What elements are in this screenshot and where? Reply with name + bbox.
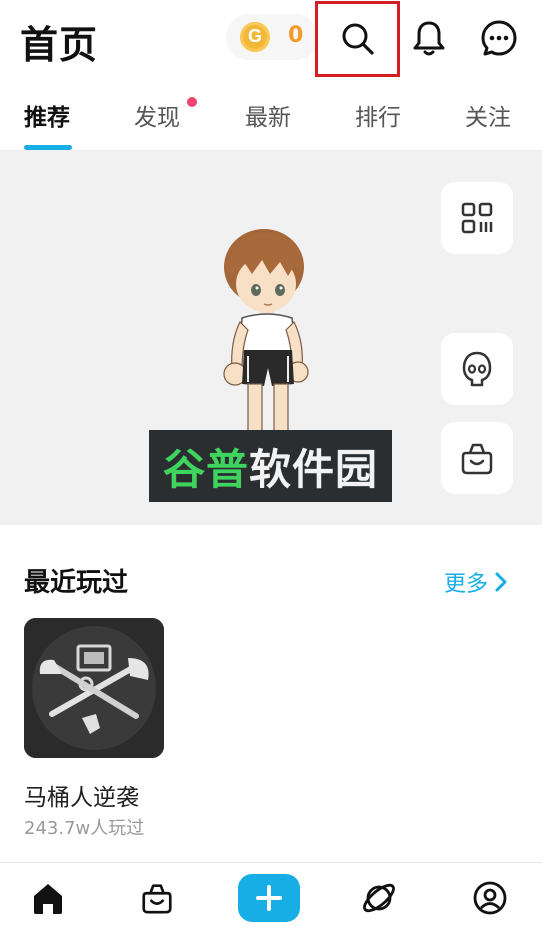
bottom-nav-divider: [0, 862, 542, 863]
user-icon: [473, 881, 507, 915]
game-title[interactable]: 马桶人逆袭: [24, 778, 139, 812]
nav-home[interactable]: [18, 870, 78, 926]
more-label: 更多: [444, 572, 489, 597]
shopping-bag-icon: [461, 443, 493, 475]
plus-icon: [256, 885, 282, 911]
more-link[interactable]: 更多: [444, 566, 508, 598]
search-button[interactable]: [315, 1, 400, 77]
game-thumbnail[interactable]: [24, 618, 164, 758]
watermark-banner: 谷普 软件园: [149, 430, 392, 502]
nav-add-button[interactable]: [238, 874, 300, 922]
qr-scan-button[interactable]: [441, 182, 513, 254]
search-icon: [342, 23, 374, 55]
tab-following[interactable]: 关注: [465, 98, 511, 132]
nav-profile[interactable]: [460, 870, 520, 926]
tab-discover[interactable]: 发现: [134, 98, 180, 132]
avatar-side-button[interactable]: [441, 333, 513, 405]
nav-explore[interactable]: [349, 870, 409, 926]
coin-count: 0: [288, 23, 304, 48]
nav-shop[interactable]: [127, 870, 187, 926]
watermark-green-text: 谷普: [162, 444, 249, 494]
character-illustration: [223, 229, 309, 447]
tab-recommend[interactable]: 推荐: [24, 98, 70, 132]
notifications-button[interactable]: [408, 16, 450, 60]
tab-ranking[interactable]: 排行: [355, 98, 401, 132]
new-badge-dot: [187, 97, 197, 107]
chat-bubble-icon: [481, 20, 517, 56]
shop-side-button[interactable]: [441, 422, 513, 494]
home-icon: [34, 884, 62, 914]
messages-button[interactable]: [478, 17, 520, 59]
bell-icon: [413, 21, 445, 56]
planet-icon: [363, 883, 395, 913]
ghost-avatar-icon: [462, 351, 492, 387]
chevron-right-icon: [495, 572, 507, 592]
coin-balance[interactable]: G 0: [226, 14, 318, 60]
watermark-white-text: 软件园: [249, 444, 379, 494]
shopping-bag-icon: [142, 884, 172, 914]
tab-latest[interactable]: 最新: [245, 98, 291, 132]
page-title: 首页: [20, 23, 99, 67]
recent-section-title: 最近玩过: [24, 568, 129, 598]
game-cover-art: [24, 618, 164, 758]
qr-code-icon: [461, 202, 493, 234]
coin-icon: G: [240, 22, 270, 52]
game-play-count: 243.7w人玩过: [24, 818, 145, 839]
